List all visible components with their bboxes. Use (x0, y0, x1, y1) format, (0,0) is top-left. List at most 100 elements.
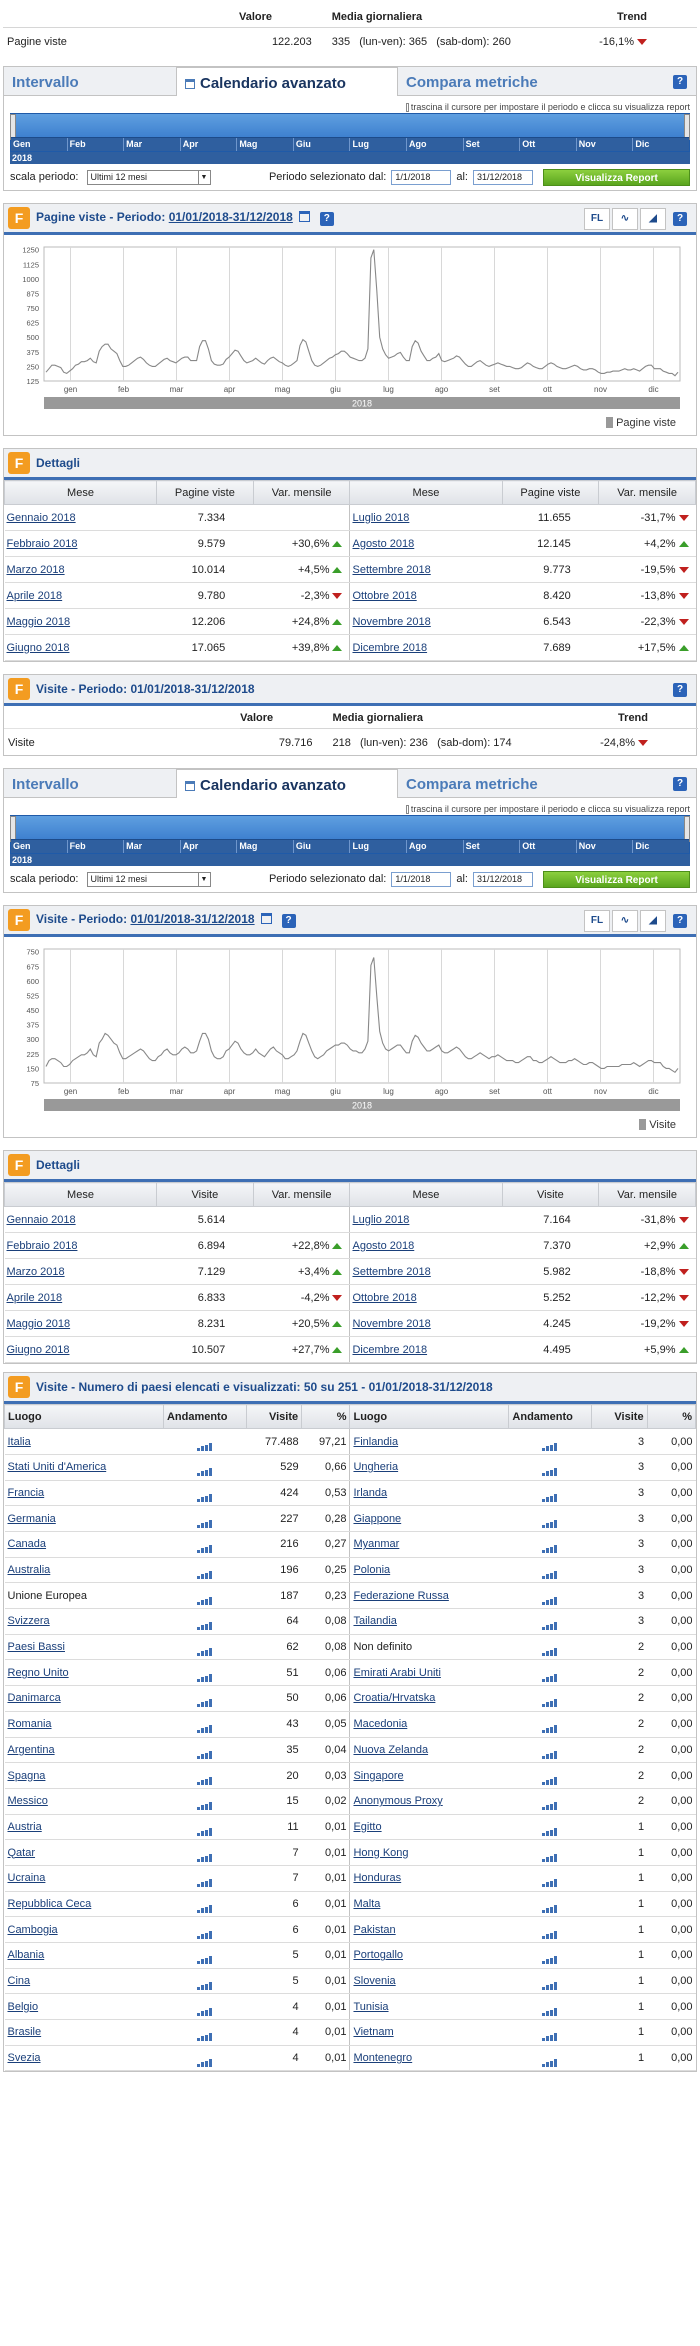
country-name[interactable]: Messico (8, 1795, 48, 1807)
column-header[interactable]: % (301, 1404, 351, 1430)
trend-sparkline-icon[interactable] (542, 2004, 558, 2016)
fl-button[interactable]: FL (584, 910, 610, 933)
month-link[interactable]: Gennaio 2018 (7, 1214, 76, 1226)
country-name[interactable]: Svezia (8, 2052, 41, 2064)
country-name[interactable]: Brasile (8, 2026, 42, 2038)
country-name[interactable]: Italia (8, 1436, 31, 1448)
help-icon[interactable]: ? (673, 914, 687, 929)
tab-calendario-avanzato[interactable]: Calendario avanzato (176, 768, 398, 799)
month-link[interactable]: Dicembre 2018 (352, 1344, 427, 1356)
trend-sparkline-icon[interactable] (542, 1798, 558, 1811)
trend-sparkline-icon[interactable] (542, 2029, 558, 2042)
trend-sparkline-icon[interactable] (542, 1978, 558, 1991)
slider-month[interactable]: Lug (349, 138, 406, 152)
country-name[interactable]: Montenegro (353, 2052, 412, 2064)
slider-month[interactable]: Nov (575, 138, 633, 152)
month-link[interactable]: Luglio 2018 (352, 512, 409, 524)
trend-sparkline-icon[interactable] (196, 1516, 213, 1528)
trend-sparkline-icon[interactable] (196, 1567, 213, 1580)
date-from-input[interactable]: 1/1/2018 (391, 169, 452, 185)
trend-sparkline-icon[interactable] (542, 1824, 558, 1836)
country-name[interactable]: Macedonia (353, 1718, 407, 1730)
trend-sparkline-icon[interactable] (542, 1850, 558, 1862)
country-name[interactable]: Federazione Russa (353, 1590, 448, 1602)
trend-sparkline-icon[interactable] (196, 1464, 213, 1477)
calendar-icon[interactable] (298, 211, 310, 223)
slider-month[interactable]: Ago (406, 840, 463, 854)
country-name[interactable]: Regno Unito (8, 1667, 69, 1679)
country-name[interactable]: Repubblica Ceca (8, 1898, 92, 1910)
country-name[interactable]: Ungheria (353, 1461, 398, 1473)
period-slider[interactable]: Gen Feb Mar Apr Mag Giu Lug Ago Set Ott Nov Dic (10, 113, 690, 153)
column-header[interactable]: Andamento (162, 1404, 247, 1430)
country-name[interactable]: Croatia/Hrvatska (353, 1692, 435, 1704)
column-header[interactable]: Pagine viste (501, 480, 600, 506)
country-name[interactable]: Irlanda (353, 1487, 387, 1499)
month-link[interactable]: Aprile 2018 (7, 1292, 63, 1304)
slider-month[interactable]: Giu (292, 138, 350, 152)
country-name[interactable]: Cambogia (8, 1924, 58, 1936)
tab-compara-metriche[interactable]: Compara metriche (398, 769, 618, 797)
slider-month[interactable]: Lug (349, 840, 406, 854)
country-name[interactable]: Canada (8, 1538, 47, 1550)
scale-select[interactable]: Ultimi 12 mesi ▼ (86, 871, 211, 887)
help-icon[interactable]: ? (673, 75, 687, 89)
trend-sparkline-icon[interactable] (542, 1439, 558, 1451)
date-to-input[interactable]: 31/12/2018 (473, 169, 533, 185)
slider-month[interactable]: Dic (632, 840, 689, 854)
line-chart-icon[interactable]: ∿ (612, 208, 638, 231)
trend-sparkline-icon[interactable] (196, 1541, 213, 1554)
visualizza-report-button[interactable]: Visualizza Report (543, 870, 690, 888)
country-name[interactable]: Anonymous Proxy (353, 1795, 442, 1807)
trend-sparkline-icon[interactable] (542, 1927, 558, 1939)
month-link[interactable]: Gennaio 2018 (7, 512, 76, 524)
trend-sparkline-icon[interactable] (196, 1824, 213, 1836)
country-name[interactable]: Singapore (353, 1770, 403, 1782)
slider-month[interactable]: Ott (519, 840, 576, 854)
trend-sparkline-icon[interactable] (542, 1901, 558, 1913)
slider-month[interactable]: Gen (11, 840, 67, 853)
help-icon[interactable]: ? (319, 212, 334, 227)
trend-sparkline-icon[interactable] (196, 1439, 213, 1451)
fl-button[interactable]: FL (584, 208, 610, 231)
slider-month[interactable]: Gen (11, 138, 67, 151)
month-link[interactable]: Ottobre 2018 (352, 590, 416, 602)
trend-sparkline-icon[interactable] (196, 2055, 213, 2068)
column-header[interactable]: Luogo (4, 1404, 164, 1430)
country-name[interactable]: Francia (8, 1487, 45, 1499)
month-link[interactable]: Febbraio 2018 (7, 1240, 78, 1252)
slider-month[interactable]: Set (462, 840, 520, 854)
country-name[interactable]: Paesi Bassi (8, 1641, 65, 1653)
trend-sparkline-icon[interactable] (542, 1670, 558, 1682)
slider-month[interactable]: Set (462, 138, 520, 152)
trend-sparkline-icon[interactable] (542, 1593, 558, 1605)
column-header[interactable]: Visite (501, 1182, 600, 1208)
trend-sparkline-icon[interactable] (196, 1721, 213, 1734)
slider-month[interactable]: Feb (66, 840, 124, 854)
column-header[interactable]: Andamento (508, 1404, 593, 1430)
country-name[interactable]: Myanmar (353, 1538, 399, 1550)
country-name[interactable]: Tailandia (353, 1615, 396, 1627)
country-name[interactable]: Svizzera (8, 1615, 50, 1627)
slider-month[interactable]: Mag (236, 840, 293, 854)
tab-calendario-avanzato[interactable]: Calendario avanzato (176, 66, 398, 96)
month-link[interactable]: Agosto 2018 (352, 538, 414, 550)
chart2-period[interactable]: 01/01/2018-31/12/2018 (130, 912, 254, 926)
trend-sparkline-icon[interactable] (542, 1618, 558, 1631)
column-header[interactable]: Var. mensile (598, 480, 696, 506)
country-name[interactable]: Honduras (353, 1872, 401, 1884)
date-from-input[interactable]: 1/1/2018 (391, 871, 452, 887)
trend-sparkline-icon[interactable] (542, 1516, 558, 1528)
help-icon[interactable]: ? (673, 683, 687, 698)
month-link[interactable]: Novembre 2018 (352, 616, 430, 628)
country-name[interactable]: Stati Uniti d'America (8, 1461, 107, 1473)
period-slider[interactable]: Gen Feb Mar Apr Mag Giu Lug Ago Set Ott Nov Dic (10, 815, 690, 855)
trend-sparkline-icon[interactable] (196, 1952, 213, 1965)
country-name[interactable]: Polonia (353, 1564, 390, 1576)
country-name[interactable]: Argentina (8, 1744, 55, 1756)
column-header[interactable]: Luogo (349, 1404, 510, 1430)
trend-sparkline-icon[interactable] (196, 1670, 213, 1682)
slider-month[interactable]: Ott (519, 138, 576, 152)
column-header[interactable]: Visite (156, 1182, 254, 1208)
area-chart-icon[interactable]: ◢ (640, 208, 666, 231)
